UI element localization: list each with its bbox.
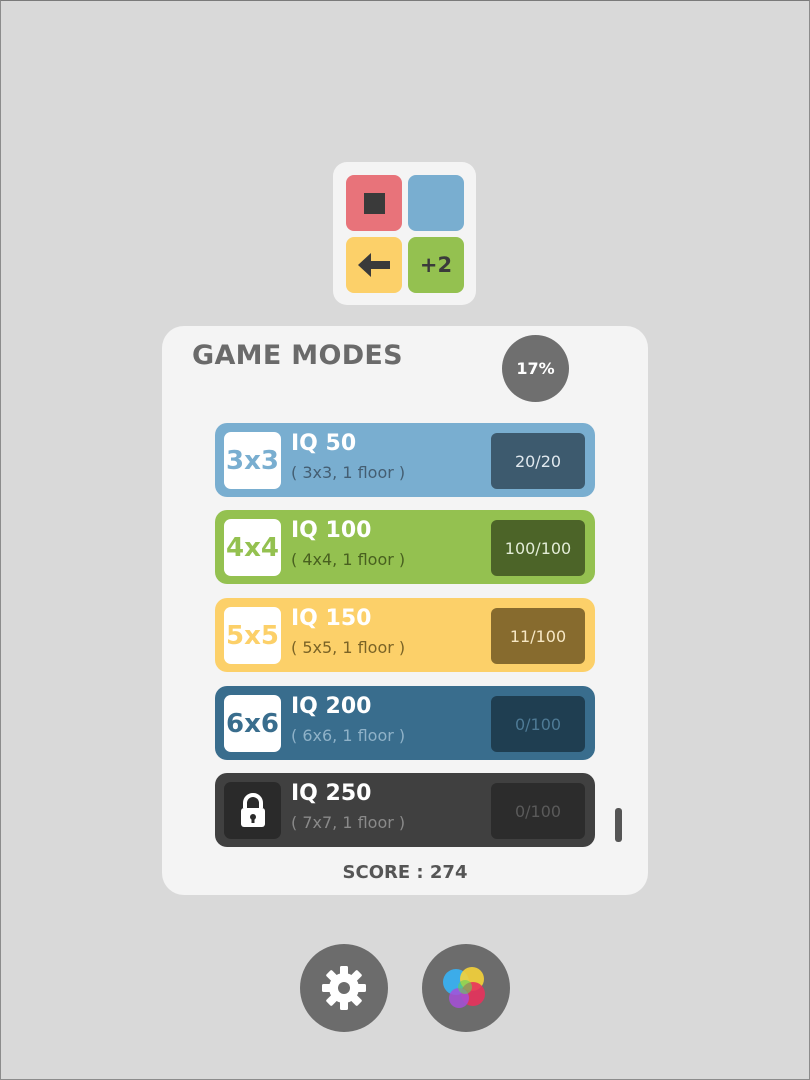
mode-progress: 11/100 xyxy=(491,608,585,664)
game-mode-locked[interactable]: IQ 250 ( 7x7, 1 floor ) 0/100 xyxy=(215,773,595,847)
mode-description: ( 7x7, 1 floor ) xyxy=(291,813,406,832)
game-mode-6x6[interactable]: 6x6 IQ 200 ( 6x6, 1 floor ) 0/100 xyxy=(215,686,595,760)
arrow-left-icon xyxy=(358,253,390,277)
mode-size-badge: 5x5 xyxy=(224,607,281,664)
mode-size-badge: 6x6 xyxy=(224,695,281,752)
mode-description: ( 4x4, 1 floor ) xyxy=(291,550,406,569)
game-mode-5x5[interactable]: 5x5 IQ 150 ( 5x5, 1 floor ) 11/100 xyxy=(215,598,595,672)
mode-progress: 0/100 xyxy=(491,783,585,839)
game-center-icon xyxy=(443,967,485,1008)
game-mode-4x4[interactable]: 4x4 IQ 100 ( 4x4, 1 floor ) 100/100 xyxy=(215,510,595,584)
mode-iq-label: IQ 50 xyxy=(291,431,357,456)
score-label: SCORE : 274 xyxy=(342,862,468,883)
mode-size-badge: 4x4 xyxy=(224,519,281,576)
logo-tile-blue xyxy=(408,175,464,231)
mode-description: ( 3x3, 1 floor ) xyxy=(291,463,406,482)
mode-list: 3x3 IQ 50 ( 3x3, 1 floor ) 20/20 4x4 IQ 100 ( … xyxy=(162,326,648,895)
scrollbar[interactable] xyxy=(615,808,622,842)
logo-tile-green: +2 xyxy=(408,237,464,293)
logo-tile-yellow xyxy=(346,237,402,293)
app-logo: +2 xyxy=(333,162,476,305)
lock-icon xyxy=(224,782,281,839)
gear-icon xyxy=(322,966,366,1010)
mode-size-badge: 3x3 xyxy=(224,432,281,489)
mode-progress: 100/100 xyxy=(491,520,585,576)
mode-iq-label: IQ 150 xyxy=(291,606,372,631)
mode-description: ( 6x6, 1 floor ) xyxy=(291,726,406,745)
mode-progress: 20/20 xyxy=(491,433,585,489)
mode-description: ( 5x5, 1 floor ) xyxy=(291,638,406,657)
game-center-button[interactable] xyxy=(422,944,510,1032)
mode-iq-label: IQ 100 xyxy=(291,518,372,543)
stop-square-icon xyxy=(364,193,385,214)
plus-two-label: +2 xyxy=(419,253,453,277)
game-modes-panel: GAME MODES 17% 3x3 IQ 50( 3x3, 1 floor ) 2… xyxy=(162,326,648,895)
settings-button[interactable] xyxy=(300,944,388,1032)
logo-tile-red xyxy=(346,175,402,231)
mode-progress: 0/100 xyxy=(491,696,585,752)
mode-iq-label: IQ 200 xyxy=(291,694,372,719)
mode-iq-label: IQ 250 xyxy=(291,781,372,806)
game-mode-3x3[interactable]: 3x3 IQ 50 ( 3x3, 1 floor ) 20/20 xyxy=(215,423,595,497)
